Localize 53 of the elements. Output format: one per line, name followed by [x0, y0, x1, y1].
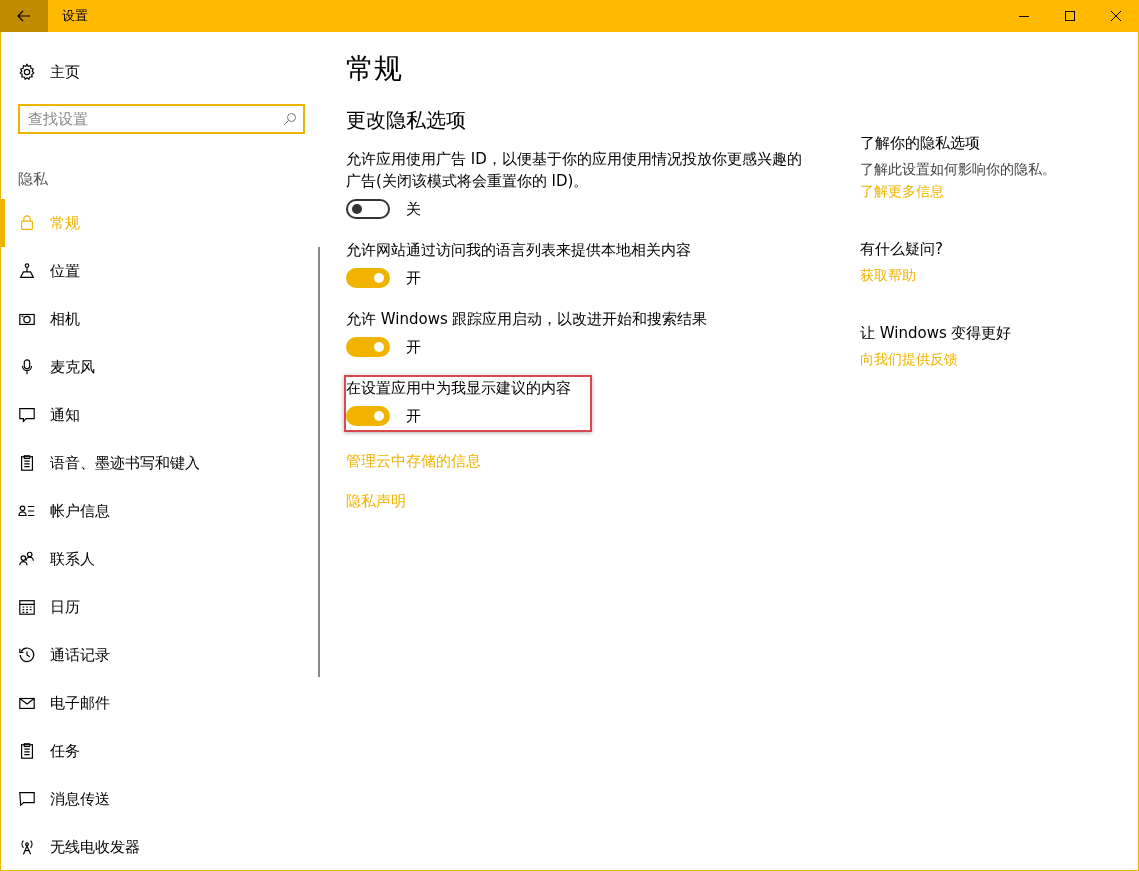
back-arrow-icon: [17, 10, 31, 22]
setting-description: 在设置应用中为我显示建议的内容: [346, 378, 572, 399]
home-link[interactable]: 主页: [18, 56, 317, 88]
scrollbar[interactable]: [318, 247, 320, 677]
nav-item[interactable]: 相机: [1, 295, 317, 343]
nav-item[interactable]: 通话记录: [1, 631, 317, 679]
search-field[interactable]: 查找设置: [18, 104, 305, 134]
nav-item[interactable]: 麦克风: [1, 343, 317, 391]
help-text: 了解此设置如何影响你的隐私。: [860, 160, 1057, 179]
nav-item[interactable]: 任务: [1, 727, 317, 775]
people-icon: [18, 550, 36, 568]
close-icon: [1111, 11, 1121, 21]
nav-item[interactable]: 通知: [1, 391, 317, 439]
nav-item[interactable]: 联系人: [1, 535, 317, 583]
toggle-switch[interactable]: [346, 268, 390, 288]
setting-description: 允许 Windows 跟踪应用启动，以改进开始和搜索结果: [346, 309, 709, 330]
setting-description: 允许网站通过访问我的语言列表来提供本地相关内容: [346, 240, 692, 261]
help-heading: 了解你的隐私选项: [860, 133, 981, 154]
maximize-icon: [1065, 11, 1075, 21]
setting-description: 允许应用使用广告 ID，以便基于你的应用使用情况投放你更感兴趣的广告(关闭该模式将会重置你的 ID)。: [346, 149, 803, 192]
help-heading: 有什么疑问?: [860, 239, 944, 260]
nav-item[interactable]: 语音、墨迹书写和键入: [1, 439, 317, 487]
minimize-icon: [1019, 15, 1029, 17]
help-heading: 让 Windows 变得更好: [860, 323, 1013, 344]
search-icon: [283, 112, 297, 126]
toggle-state-label: 开: [406, 268, 421, 288]
section-heading: 更改隐私选项: [346, 107, 467, 134]
back-button[interactable]: [0, 0, 48, 32]
window-title: 设置: [62, 7, 89, 25]
speech-bubble-icon: [18, 406, 36, 424]
nav-item[interactable]: 日历: [1, 583, 317, 631]
section-heading: 隐私: [18, 170, 49, 190]
settings-icon: [18, 63, 36, 81]
toggle-state-label: 关: [406, 199, 421, 219]
toggle-switch[interactable]: [346, 406, 390, 426]
calendar-icon: [18, 598, 36, 616]
antenna-icon: [18, 838, 36, 856]
history-icon: [18, 646, 36, 664]
speech-bubble-icon: [18, 790, 36, 808]
nav-item[interactable]: 帐户信息: [1, 487, 317, 535]
nav-item[interactable]: 无线电收发器: [1, 823, 317, 871]
toggle-state-label: 开: [406, 406, 421, 426]
nav-item[interactable]: 消息传送: [1, 775, 317, 823]
nav-item[interactable]: 位置: [1, 247, 317, 295]
nav-item[interactable]: 电子邮件: [1, 679, 317, 727]
clipboard-icon: [18, 454, 36, 472]
clipboard-icon: [18, 742, 36, 760]
toggle-state-label: 开: [406, 337, 421, 357]
map-pin-icon: [18, 262, 36, 280]
page-title: 常规: [346, 51, 403, 87]
lock-icon: [18, 214, 36, 232]
toggle-switch[interactable]: [346, 199, 390, 219]
toggle-switch[interactable]: [346, 337, 390, 357]
